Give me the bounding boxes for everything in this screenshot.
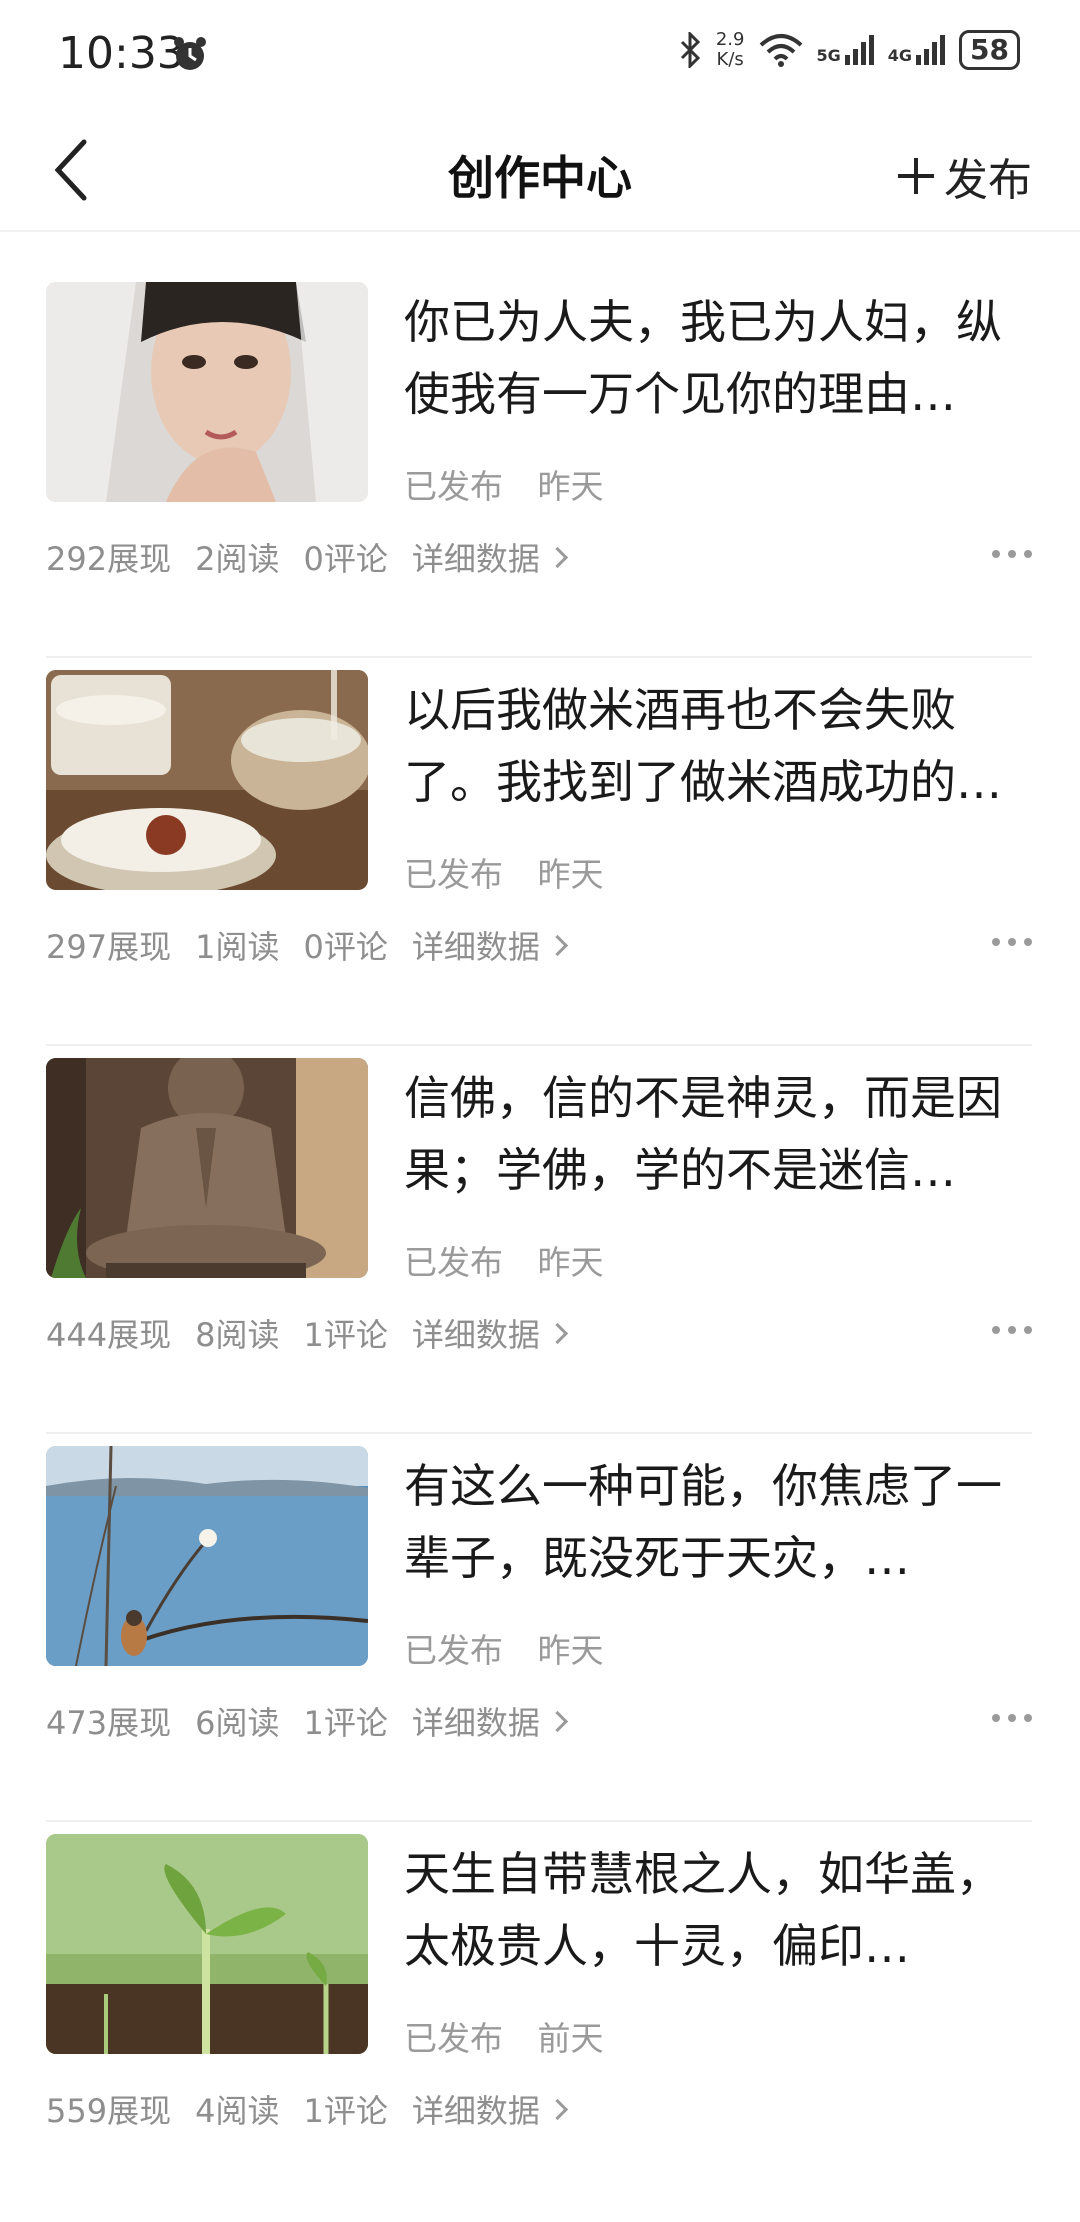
comments-count: 0评论: [303, 928, 388, 966]
publish-date: 昨天: [537, 467, 604, 506]
more-options-icon[interactable]: [992, 550, 1032, 558]
alarm-icon: [174, 37, 206, 70]
article-thumbnail[interactable]: [46, 670, 368, 890]
views-count: 292展现: [46, 540, 172, 578]
publish-label: 发布: [944, 155, 1032, 206]
reads-count: 6阅读: [195, 1704, 280, 1742]
article-stats: 473展现 6阅读 1评论 详细数据: [46, 1698, 568, 1744]
bluetooth-icon: [680, 32, 700, 68]
views-count: 297展现: [46, 928, 172, 966]
status-time: 10:33: [58, 28, 185, 79]
article-meta: 已发布 昨天: [404, 1624, 628, 1672]
detail-data-link[interactable]: 详细数据: [412, 2086, 568, 2132]
publish-date: 前天: [537, 2019, 604, 2058]
more-options-icon[interactable]: [992, 1326, 1032, 1334]
reads-count: 2阅读: [195, 540, 280, 578]
article-stats: 559展现 4阅读 1评论 详细数据: [46, 2086, 568, 2132]
comments-count: 1评论: [303, 1704, 388, 1742]
signal-bars-icon: [844, 35, 874, 65]
veiled-woman-image: [46, 282, 368, 502]
article-title[interactable]: 信佛，信的不是神灵，而是因果；学佛，学的不是迷信…: [404, 1062, 1004, 1206]
buddha-statue-image: [46, 1058, 368, 1278]
chevron-right-icon: [546, 1710, 568, 1732]
publish-date: 昨天: [537, 1631, 604, 1670]
publish-date: 昨天: [537, 855, 604, 894]
detail-data-link[interactable]: 详细数据: [412, 1310, 568, 1356]
comments-count: 0评论: [303, 540, 388, 578]
detail-data-link[interactable]: 详细数据: [412, 534, 568, 580]
reads-count: 8阅读: [195, 1316, 280, 1354]
article-item[interactable]: 天生自带慧根之人，如华盖，太极贵人，十灵，偏印… 已发布 前天 559展现 4阅…: [46, 1834, 1032, 2222]
status-bar: 10:33 2.9 K/s 5G 4G 58: [0, 0, 1080, 110]
detail-data-link[interactable]: 详细数据: [412, 922, 568, 968]
divider: [46, 1044, 1032, 1046]
divider: [46, 1432, 1032, 1434]
detail-data-link[interactable]: 详细数据: [412, 1698, 568, 1744]
article-meta: 已发布 昨天: [404, 1236, 628, 1284]
comments-count: 1评论: [303, 2092, 388, 2130]
chevron-right-icon: [546, 934, 568, 956]
views-count: 473展现: [46, 1704, 172, 1742]
wifi-icon: [759, 34, 802, 67]
rice-wine-image: [46, 670, 368, 890]
status-icons: 2.9 K/s 5G 4G 58: [678, 30, 1020, 70]
signal-bars-icon: [916, 35, 946, 65]
battery-indicator: 58: [959, 30, 1020, 70]
publish-status: 已发布: [404, 2019, 503, 2058]
article-stats: 444展现 8阅读 1评论 详细数据: [46, 1310, 568, 1356]
chevron-right-icon: [546, 2098, 568, 2120]
article-item[interactable]: 信佛，信的不是神灵，而是因果；学佛，学的不是迷信… 已发布 昨天 444展现 8…: [46, 1058, 1032, 1446]
article-title[interactable]: 你已为人夫，我已为人妇，纵使我有一万个见你的理由…: [404, 286, 1004, 430]
article-item[interactable]: 以后我做米酒再也不会失败了。我找到了做米酒成功的方法… 已发布 昨天 297展现…: [46, 670, 1032, 1058]
article-thumbnail[interactable]: [46, 1446, 368, 1666]
chevron-right-icon: [546, 546, 568, 568]
comments-count: 1评论: [303, 1316, 388, 1354]
more-options-icon[interactable]: [992, 1714, 1032, 1722]
plus-icon: [898, 158, 934, 194]
top-nav-bar: 创作中心 发布: [0, 110, 1080, 232]
publish-status: 已发布: [404, 855, 503, 894]
publish-status: 已发布: [404, 467, 503, 506]
divider: [46, 1820, 1032, 1822]
article-item[interactable]: 有这么一种可能，你焦虑了一辈子，既没死于天灾，… 已发布 昨天 473展现 6阅…: [46, 1446, 1032, 1834]
article-title[interactable]: 有这么一种可能，你焦虑了一辈子，既没死于天灾，…: [404, 1450, 1004, 1594]
chevron-right-icon: [546, 1322, 568, 1344]
publish-date: 昨天: [537, 1243, 604, 1282]
publish-status: 已发布: [404, 1243, 503, 1282]
article-thumbnail[interactable]: [46, 282, 368, 502]
article-meta: 已发布 昨天: [404, 848, 628, 896]
article-meta: 已发布 昨天: [404, 460, 628, 508]
views-count: 444展现: [46, 1316, 172, 1354]
reads-count: 4阅读: [195, 2092, 280, 2130]
more-options-icon[interactable]: [992, 938, 1032, 946]
bird-on-branch-image: [46, 1446, 368, 1666]
views-count: 559展现: [46, 2092, 172, 2130]
article-title[interactable]: 以后我做米酒再也不会失败了。我找到了做米酒成功的方法…: [404, 674, 1004, 818]
network-speed: 2.9 K/s: [715, 29, 745, 70]
article-stats: 292展现 2阅读 0评论 详细数据: [46, 534, 568, 580]
signal-5g: 5G: [817, 35, 874, 65]
article-meta: 已发布 前天: [404, 2012, 628, 2060]
divider: [46, 656, 1032, 658]
reads-count: 1阅读: [195, 928, 280, 966]
seedling-image: [46, 1834, 368, 2054]
article-item[interactable]: 你已为人夫，我已为人妇，纵使我有一万个见你的理由… 已发布 昨天 292展现 2…: [46, 282, 1032, 670]
signal-4g: 4G: [888, 35, 946, 65]
article-title[interactable]: 天生自带慧根之人，如华盖，太极贵人，十灵，偏印…: [404, 1838, 1004, 1982]
article-stats: 297展现 1阅读 0评论 详细数据: [46, 922, 568, 968]
article-thumbnail[interactable]: [46, 1834, 368, 2054]
article-thumbnail[interactable]: [46, 1058, 368, 1278]
publish-status: 已发布: [404, 1631, 503, 1670]
publish-button[interactable]: 发布: [898, 144, 1032, 208]
